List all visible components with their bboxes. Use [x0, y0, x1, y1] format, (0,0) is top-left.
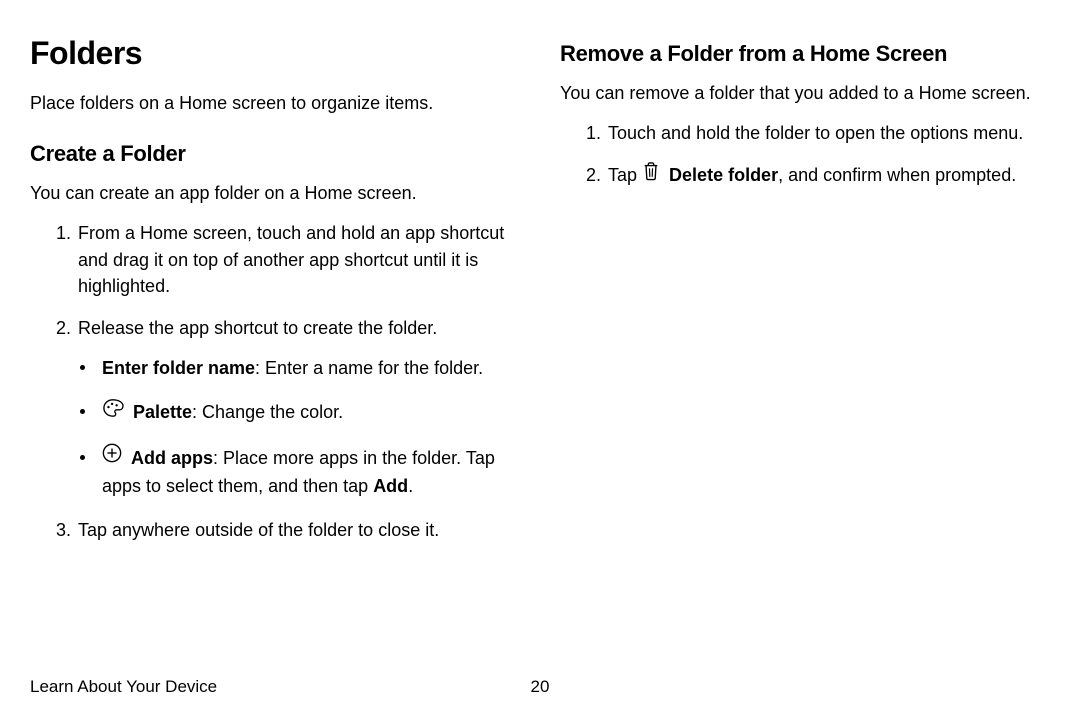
delete-folder-label: Delete folder	[669, 165, 778, 185]
step-2-text: Release the app shortcut to create the f…	[78, 318, 437, 338]
remove-folder-heading: Remove a Folder from a Home Screen	[560, 38, 1050, 70]
enter-name-label: Enter folder name	[102, 358, 255, 378]
add-apps-rest-2: .	[408, 476, 413, 496]
footer-section-label: Learn About Your Device	[30, 675, 217, 700]
add-apps-icon	[102, 443, 122, 470]
remove-folder-intro: You can remove a folder that you added t…	[560, 80, 1050, 106]
palette-icon	[102, 398, 124, 425]
remove-step-2-pre: Tap	[608, 165, 642, 185]
palette-rest: : Change the color.	[192, 402, 343, 422]
create-folder-heading: Create a Folder	[30, 138, 520, 170]
enter-name-rest: : Enter a name for the folder.	[255, 358, 483, 378]
right-column: Remove a Folder from a Home Screen You c…	[560, 30, 1050, 720]
add-apps-add: Add	[373, 476, 408, 496]
bullet-enter-name: Enter folder name: Enter a name for the …	[100, 355, 520, 381]
trash-icon	[642, 161, 660, 188]
page-title: Folders	[30, 30, 520, 76]
intro-text: Place folders on a Home screen to organi…	[30, 90, 520, 116]
page-number: 20	[531, 675, 550, 700]
step-3: Tap anywhere outside of the folder to cl…	[76, 517, 520, 543]
remove-step-2: Tap Delete folder, and confirm when prom…	[606, 162, 1050, 190]
manual-page: Folders Place folders on a Home screen t…	[0, 0, 1080, 720]
remove-step-2-post: , and confirm when prompted.	[778, 165, 1016, 185]
left-column: Folders Place folders on a Home screen t…	[30, 30, 520, 720]
palette-label: Palette	[133, 402, 192, 422]
create-folder-steps: From a Home screen, touch and hold an ap…	[30, 220, 520, 542]
remove-step-1: Touch and hold the folder to open the op…	[606, 120, 1050, 146]
remove-folder-steps: Touch and hold the folder to open the op…	[560, 120, 1050, 190]
step-2: Release the app shortcut to create the f…	[76, 315, 520, 499]
bullet-add-apps: Add apps: Place more apps in the folder.…	[100, 445, 520, 499]
bullet-palette: Palette: Change the color.	[100, 399, 520, 427]
step-1: From a Home screen, touch and hold an ap…	[76, 220, 520, 298]
add-apps-label: Add apps	[131, 448, 213, 468]
step-2-bullets: Enter folder name: Enter a name for the …	[78, 355, 520, 499]
create-folder-intro: You can create an app folder on a Home s…	[30, 180, 520, 206]
